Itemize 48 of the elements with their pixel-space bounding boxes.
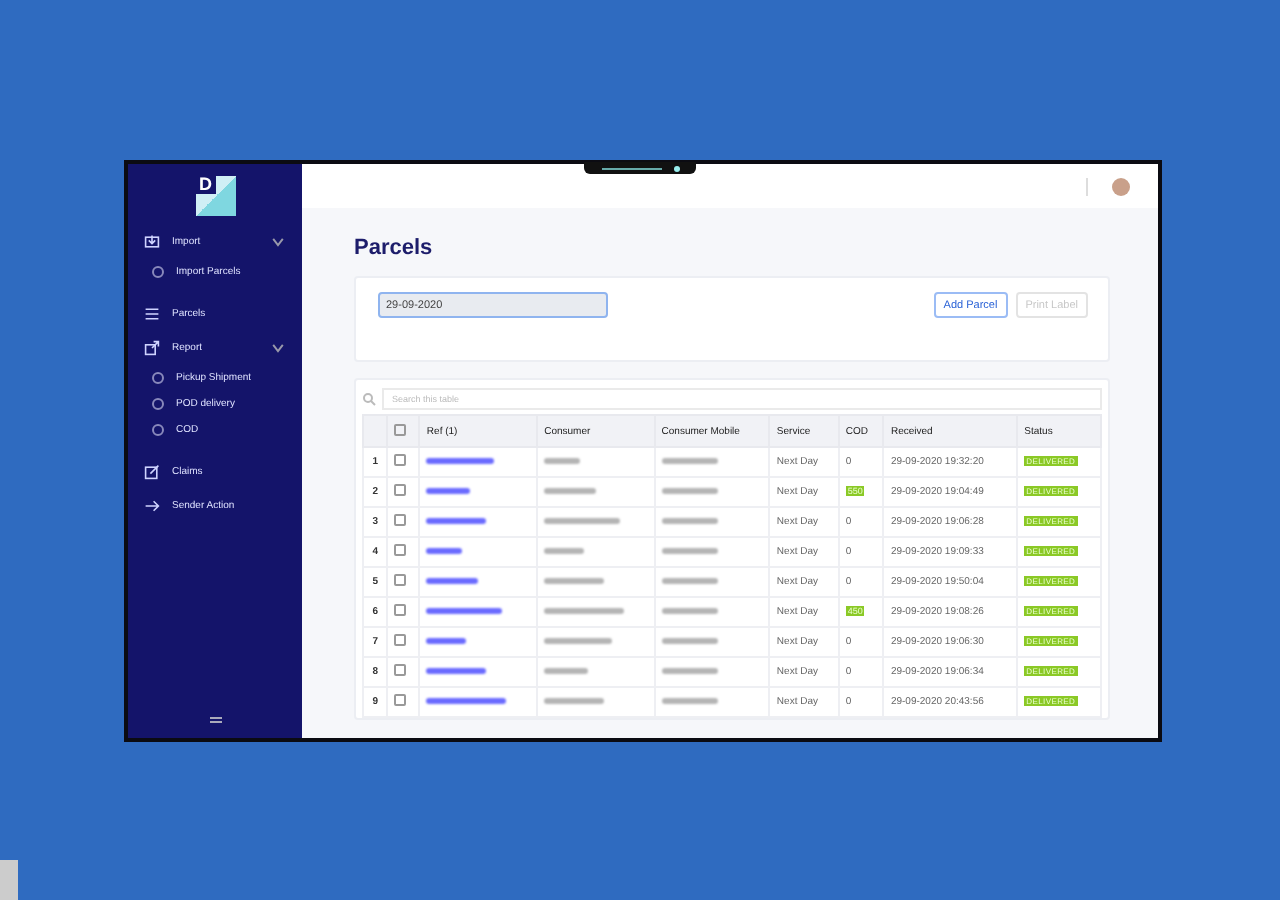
checkbox[interactable] bbox=[394, 604, 407, 616]
checkbox[interactable] bbox=[394, 574, 407, 586]
share-icon bbox=[144, 339, 160, 355]
edit-icon bbox=[144, 463, 160, 479]
blurred-text bbox=[661, 458, 718, 464]
checkbox[interactable] bbox=[394, 484, 407, 496]
checkbox[interactable] bbox=[394, 634, 407, 646]
checkbox[interactable] bbox=[394, 423, 407, 435]
blurred-text bbox=[661, 608, 718, 614]
blurred-text bbox=[661, 578, 718, 584]
blurred-text bbox=[544, 548, 585, 554]
blurred-text bbox=[661, 668, 718, 674]
blurred-link[interactable] bbox=[426, 458, 495, 464]
list-icon bbox=[144, 305, 160, 321]
blurred-text bbox=[544, 698, 605, 704]
blurred-link[interactable] bbox=[426, 638, 467, 644]
checkbox[interactable] bbox=[394, 454, 407, 466]
checkbox[interactable] bbox=[394, 694, 407, 706]
blurred-link[interactable] bbox=[426, 608, 503, 614]
blurred-text bbox=[544, 608, 625, 614]
blurred-text bbox=[544, 488, 597, 494]
avatar[interactable] bbox=[1112, 177, 1130, 195]
corner-block bbox=[0, 860, 18, 900]
blurred-text bbox=[661, 488, 718, 494]
blurred-text bbox=[544, 668, 589, 674]
blurred-text bbox=[544, 458, 581, 464]
tray-icon bbox=[144, 233, 160, 249]
blurred-text bbox=[661, 548, 718, 554]
checkbox[interactable] bbox=[394, 514, 407, 526]
blurred-link[interactable] bbox=[426, 488, 471, 494]
blurred-text bbox=[661, 638, 718, 644]
checkbox[interactable] bbox=[394, 664, 407, 676]
logo: D bbox=[195, 176, 235, 216]
blurred-link[interactable] bbox=[426, 518, 487, 524]
blurred-text bbox=[544, 578, 605, 584]
blurred-text bbox=[661, 518, 718, 524]
blurred-link[interactable] bbox=[426, 578, 479, 584]
blurred-link[interactable] bbox=[426, 698, 507, 704]
blurred-text bbox=[544, 638, 613, 644]
checkbox[interactable] bbox=[394, 544, 407, 556]
arrow-icon bbox=[144, 497, 160, 513]
blurred-link[interactable] bbox=[426, 668, 487, 674]
collapse-icon[interactable] bbox=[209, 716, 221, 724]
search-icon bbox=[362, 392, 376, 406]
page-title: Parcels bbox=[354, 236, 435, 260]
blurred-text bbox=[544, 518, 621, 524]
blurred-link[interactable] bbox=[426, 548, 463, 554]
blurred-text bbox=[661, 698, 718, 704]
